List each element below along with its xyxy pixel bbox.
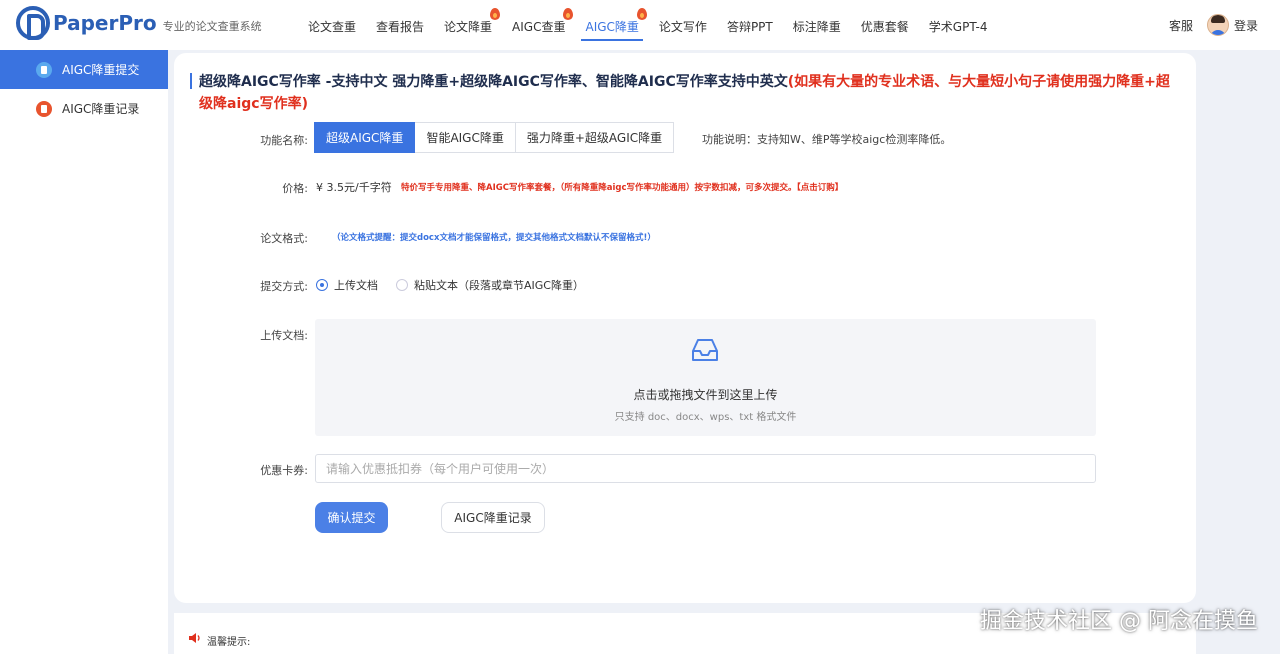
avatar[interactable] (1206, 14, 1229, 36)
format-note: （论文格式提醒：提交docx文档才能保留格式，提交其他格式文档默认不保留格式!） (332, 233, 656, 243)
nav-item-discount-package[interactable]: 优惠套餐 (851, 0, 919, 50)
price-label: 价格: (282, 182, 308, 195)
login-link[interactable]: 登录 (1234, 17, 1258, 34)
tab-smart-aigc[interactable]: 智能AIGC降重 (415, 122, 516, 153)
sidebar-item-label: AIGC降重记录 (62, 102, 140, 116)
submit-method-label: 提交方式: (260, 280, 308, 293)
tab-strong-super-aigc[interactable]: 强力降重+超级AGIC降重 (515, 122, 675, 153)
customer-service-link[interactable]: 客服 (1169, 17, 1193, 34)
page-title: 超级降AIGC写作率 -支持中文 强力降重+超级降AIGC写作率、智能降AIGC… (190, 71, 1180, 115)
aigc-records-button[interactable]: AIGC降重记录 (441, 502, 545, 533)
fire-icon (636, 8, 647, 20)
main-panel: 超级降AIGC写作率 -支持中文 强力降重+超级降AIGC写作率、智能降AIGC… (174, 53, 1196, 603)
radio-unchecked-icon (396, 279, 408, 291)
nav-item-paper-check[interactable]: 论文查重 (298, 0, 366, 50)
fire-icon (490, 8, 501, 20)
tips-label: 温馨提示: (207, 637, 251, 648)
upload-dropzone[interactable]: 点击或拖拽文件到这里上传 只支持 doc、docx、wps、txt 格式文件 (315, 319, 1096, 436)
nav-item-view-report[interactable]: 查看报告 (366, 0, 434, 50)
function-label: 功能名称: (260, 134, 308, 147)
page-title-text: 超级降AIGC写作率 -支持中文 强力降重+超级降AIGC写作率、智能降AIGC… (199, 74, 788, 90)
submit-method-radios: 上传文档 粘贴文本（段落或章节AIGC降重） (316, 277, 602, 293)
function-description: 功能说明：支持知W、维P等学校aigc检测率降低。 (702, 133, 952, 146)
logo-text: PaperPro (53, 11, 157, 35)
top-header: PaperPro 专业的论文查重系统 论文查重 查看报告 论文降重 AIGC查重… (0, 0, 1280, 50)
sidebar-item-aigc-records[interactable]: AIGC降重记录 (0, 89, 168, 128)
inbox-icon (692, 339, 718, 361)
paperpro-logo-icon (16, 6, 50, 40)
watermark: 掘金技术社区 @ 阿念在摸鱼 (980, 609, 1258, 634)
upload-label: 上传文档: (260, 329, 308, 342)
function-tabs: 超级AIGC降重 智能AIGC降重 强力降重+超级AGIC降重 (314, 122, 675, 153)
radio-checked-icon (316, 279, 328, 291)
nav-item-aigc-check[interactable]: AIGC查重 (502, 0, 575, 50)
nav-item-academic-gpt4[interactable]: 学术GPT-4 (919, 0, 998, 50)
main-nav: 论文查重 查看报告 论文降重 AIGC查重 AIGC降重 论文写作 答辩PPT … (298, 0, 998, 50)
coupon-input[interactable] (315, 454, 1096, 483)
sidebar-item-aigc-submit[interactable]: AIGC降重提交 (0, 50, 168, 89)
radio-paste-text[interactable]: 粘贴文本（段落或章节AIGC降重） (396, 277, 584, 293)
logo[interactable]: PaperPro 专业的论文查重系统 (16, 6, 262, 40)
tab-super-aigc[interactable]: 超级AIGC降重 (314, 122, 416, 153)
sidebar-item-label: AIGC降重提交 (62, 63, 140, 77)
radio-upload-document[interactable]: 上传文档 (316, 277, 378, 293)
document-icon (36, 61, 52, 78)
format-label: 论文格式: (260, 232, 308, 245)
speaker-icon (189, 633, 200, 643)
record-icon (36, 100, 52, 117)
nav-item-defense-ppt[interactable]: 答辩PPT (717, 0, 783, 50)
price-note-link[interactable]: 特价写手专用降重、降AIGC写作率套餐，（所有降重降aigc写作率功能通用）按字… (401, 181, 843, 193)
upload-hint-text: 只支持 doc、docx、wps、txt 格式文件 (614, 412, 797, 423)
header-right: 客服 登录 (1169, 0, 1258, 50)
nav-item-paper-rewrite[interactable]: 论文降重 (434, 0, 502, 50)
nav-item-paper-writing[interactable]: 论文写作 (649, 0, 717, 50)
nav-item-annotated-rewrite[interactable]: 标注降重 (783, 0, 851, 50)
upload-main-text: 点击或拖拽文件到这里上传 (633, 388, 778, 402)
logo-subtitle: 专业的论文查重系统 (162, 20, 262, 33)
coupon-label: 优惠卡券: (260, 464, 308, 477)
price-value: ¥ 3.5元/千字符 (316, 181, 392, 194)
sidebar: AIGC降重提交 AIGC降重记录 (0, 50, 168, 654)
confirm-submit-button[interactable]: 确认提交 (315, 502, 388, 533)
nav-item-aigc-rewrite[interactable]: AIGC降重 (575, 0, 648, 50)
fire-icon (563, 8, 574, 20)
